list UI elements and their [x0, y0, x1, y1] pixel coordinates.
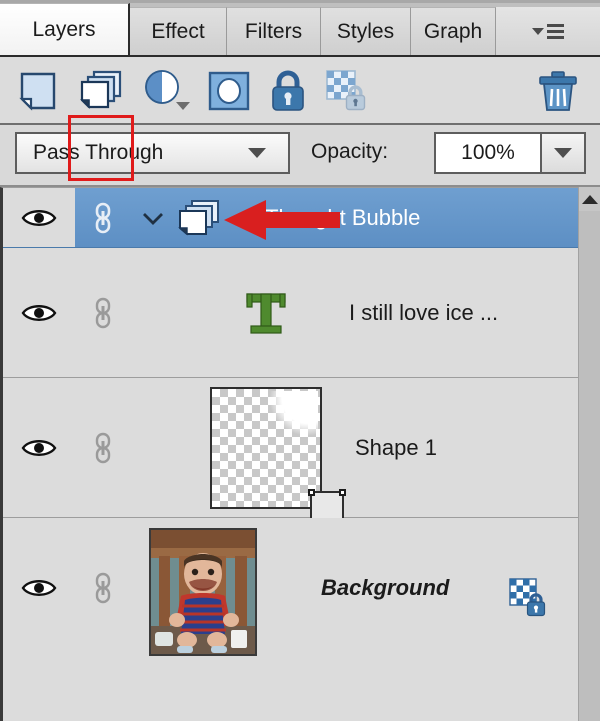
duplicate-layer-button[interactable] [75, 65, 127, 117]
link-toggle[interactable] [83, 188, 123, 247]
new-layer-button[interactable] [12, 65, 64, 117]
new-layer-icon [19, 72, 56, 111]
visibility-toggle[interactable] [3, 378, 75, 517]
tab-effects-label: Effect [151, 19, 205, 43]
scroll-up-button[interactable] [579, 187, 600, 211]
lock-transparency-icon [326, 70, 366, 111]
chevron-down-icon [554, 148, 572, 158]
shape-thumbnail [201, 378, 346, 527]
tab-styles-label: Styles [336, 19, 395, 43]
adjustment-layer-button[interactable] [142, 65, 194, 117]
chain-link-icon [95, 297, 111, 328]
tab-filters[interactable]: Filters [227, 7, 321, 55]
tab-graphics[interactable]: Graph [411, 7, 496, 55]
link-toggle[interactable] [83, 248, 123, 377]
shape-highlight [270, 390, 318, 435]
lock-transparency-button[interactable] [322, 65, 374, 117]
layers-panel: Layers Effect Filters Styles Graph Pass … [0, 0, 600, 721]
tab-layers-label: Layers [32, 17, 96, 41]
lock-layer-button[interactable] [262, 65, 314, 117]
opacity-dropdown-button[interactable] [542, 132, 586, 174]
blend-mode-value: Pass Through [33, 141, 164, 164]
transparent-checker-thumbnail [210, 386, 346, 527]
eye-icon [21, 209, 57, 226]
hamburger-menu-icon [547, 23, 564, 39]
visibility-toggle[interactable] [3, 518, 75, 717]
background-lock-badge [507, 576, 551, 620]
group-folder-thumbnail [173, 188, 225, 247]
layer-row-text[interactable]: I still love ice ... [3, 248, 578, 378]
tab-graphics-label: Graph [423, 19, 483, 43]
tab-layers[interactable]: Layers [0, 3, 130, 55]
layer-row-background[interactable]: Background [3, 518, 578, 717]
background-thumbnail [143, 526, 263, 657]
panel-menu-button[interactable] [496, 7, 600, 55]
chevron-down-icon [532, 27, 544, 35]
visibility-toggle[interactable] [3, 188, 75, 247]
layer-row-thought-bubble[interactable]: Thought Bubble [3, 188, 578, 248]
trash-icon [539, 71, 577, 111]
blend-mode-select[interactable]: Pass Through [15, 132, 290, 174]
tab-filters-label: Filters [244, 19, 303, 43]
tab-effects[interactable]: Effect [130, 7, 227, 55]
baby-photo [151, 529, 255, 654]
panel-tab-bar: Layers Effect Filters Styles Graph [0, 0, 600, 55]
eye-icon [21, 579, 57, 596]
layer-name[interactable]: I still love ice ... [349, 248, 498, 377]
chevron-down-icon [143, 212, 163, 225]
layer-mask-icon [208, 71, 250, 111]
duplicate-layer-icon [80, 70, 122, 109]
layer-row-shape[interactable]: Shape 1 [3, 378, 578, 527]
delete-layer-button[interactable] [532, 65, 584, 117]
text-layer-thumbnail [231, 248, 301, 377]
layer-name[interactable]: Shape 1 [355, 378, 437, 517]
tab-styles[interactable]: Styles [321, 7, 411, 55]
opacity-label: Opacity: [311, 140, 389, 163]
group-folder-icon [178, 199, 219, 236]
photo-thumbnail [149, 527, 257, 656]
chain-link-icon [95, 572, 111, 603]
visibility-toggle[interactable] [3, 248, 75, 377]
layers-toolbar [0, 55, 600, 181]
opacity-input[interactable]: 100% [434, 132, 542, 174]
layer-mask-button[interactable] [203, 65, 255, 117]
link-toggle[interactable] [83, 378, 123, 517]
scroll-up-icon [582, 194, 598, 204]
chevron-down-icon [248, 148, 266, 158]
eye-icon [21, 304, 57, 321]
lock-icon [272, 70, 304, 111]
layer-list-scrollbar[interactable] [578, 187, 600, 721]
locked-badge-icon [509, 578, 546, 617]
group-expand-toggle[interactable] [139, 188, 167, 247]
text-layer-icon [246, 292, 286, 334]
layer-name[interactable]: Thought Bubble [265, 188, 420, 247]
blend-opacity-row: Pass Through Opacity: 100% [0, 125, 600, 187]
layer-name[interactable]: Background [321, 518, 449, 657]
link-toggle[interactable] [83, 518, 123, 657]
chain-link-icon [95, 202, 111, 233]
eye-icon [21, 439, 57, 456]
layer-list[interactable]: Thought Bubble I still love ice ... Shap… [0, 187, 578, 721]
adjustment-layer-icon [145, 70, 190, 110]
chain-link-icon [95, 432, 111, 463]
